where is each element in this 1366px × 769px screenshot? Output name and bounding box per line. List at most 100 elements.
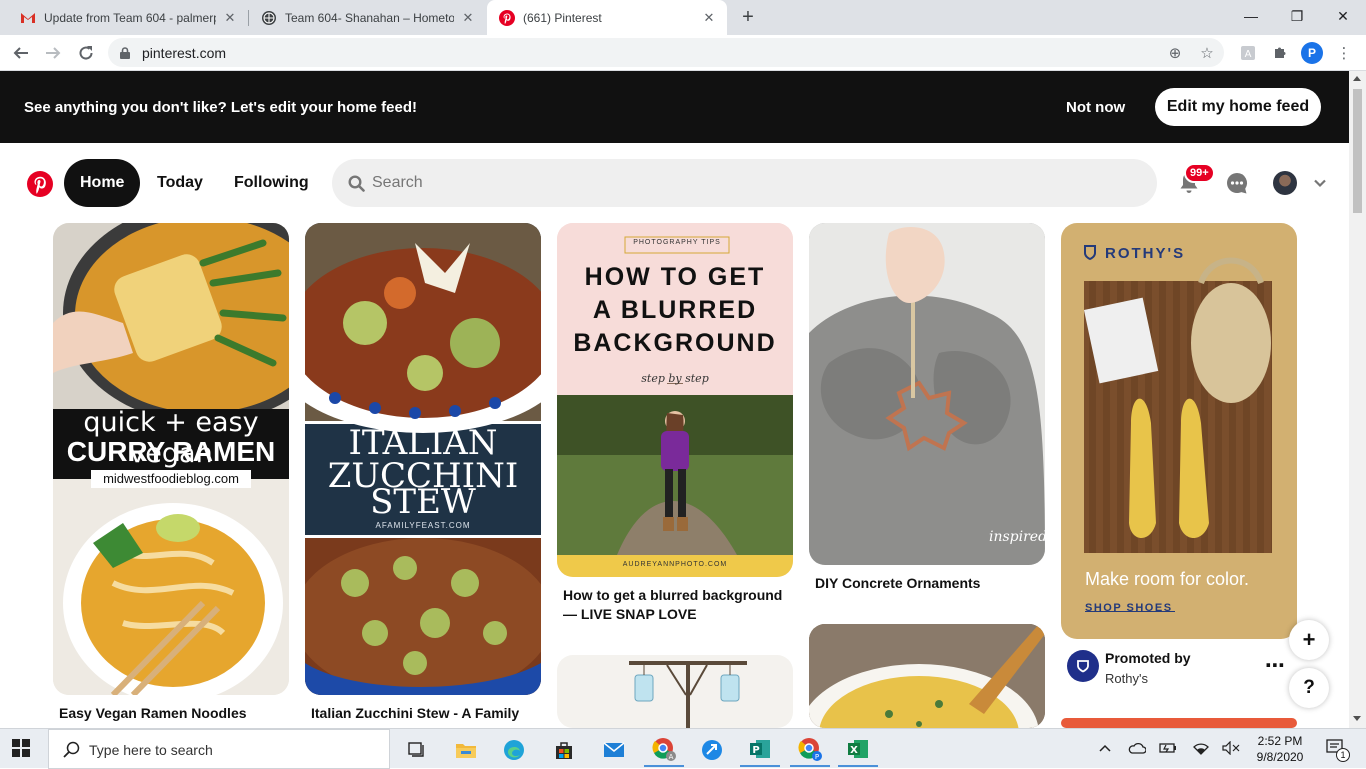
svg-text:X: X <box>850 745 858 756</box>
rothys-tagline: Make room for color. <box>1085 569 1250 589</box>
pin-title-concrete-ornaments[interactable]: DIY Concrete Ornaments <box>815 574 1043 593</box>
file-explorer-icon[interactable] <box>446 733 486 767</box>
close-window-icon[interactable]: ✕ <box>1320 0 1366 32</box>
pinterest-logo-icon[interactable] <box>27 171 53 197</box>
pin-blurred-background[interactable]: PHOTOGRAPHY TIPS HOW TO GET A BLURRED BA… <box>557 223 793 577</box>
banner-message: See anything you don't like? Let's edit … <box>24 99 418 116</box>
reload-icon[interactable] <box>73 40 99 66</box>
not-now-button[interactable]: Not now <box>1066 99 1125 116</box>
browser-toolbar: pinterest.com ⊕ ☆ A P ⋮ <box>0 35 1366 71</box>
browser-tab-team604[interactable]: Team 604- Shanahan – Hometow ✕ <box>249 0 486 35</box>
chrome-profile-p-icon[interactable]: P <box>790 733 830 767</box>
promoted-by-block[interactable]: Promoted by Rothy's <box>1067 647 1297 691</box>
pin-water-jars[interactable] <box>557 655 793 728</box>
avatar[interactable] <box>1273 171 1297 195</box>
add-pin-button[interactable]: + <box>1289 620 1329 660</box>
browser-tab-strip: Update from Team 604 - palmerp ✕ Team 60… <box>0 0 1366 35</box>
ramen-overlay-site: midwestfoodieblog.com <box>91 470 251 488</box>
search-input[interactable] <box>372 171 1132 195</box>
advertiser-name[interactable]: Rothy's <box>1105 671 1148 686</box>
gmail-icon <box>20 10 36 26</box>
chrome-profile-icon[interactable]: P <box>1300 41 1324 65</box>
notification-badge: 99+ <box>1184 163 1215 183</box>
edge-browser-icon[interactable] <box>494 733 534 767</box>
mail-icon[interactable] <box>594 733 634 767</box>
rothys-logo-icon <box>1067 650 1099 682</box>
svg-text:P: P <box>815 753 819 761</box>
pin-next-preview[interactable] <box>1061 718 1297 728</box>
pin-vegan-ramen[interactable]: quick + easy vegan CURRY RAMEN midwestfo… <box>53 223 289 695</box>
rothys-cta[interactable]: SHOP SHOES <box>1085 602 1205 614</box>
new-tab-button[interactable]: + <box>736 5 760 29</box>
microsoft-store-icon[interactable] <box>544 733 584 767</box>
app-icon-blue[interactable] <box>692 733 732 767</box>
chrome-profile-a-icon[interactable]: A <box>644 733 684 767</box>
concrete-photo <box>809 223 1045 565</box>
pin-rothys-ad[interactable]: ROTHY'S Make room for color. SHOP SHOES <box>1061 223 1297 639</box>
nav-following[interactable]: Following <box>218 159 325 207</box>
close-tab-icon[interactable]: ✕ <box>460 10 476 26</box>
scroll-down-icon[interactable] <box>1353 716 1361 721</box>
pinterest-icon <box>499 9 515 26</box>
scrollbar-thumb[interactable] <box>1353 89 1362 213</box>
globe-icon <box>261 10 277 26</box>
chevron-down-icon[interactable] <box>1313 176 1327 190</box>
pin-zucchini-stew[interactable]: ITALIAN ZUCCHINI STEW AFAMILYFEAST.COM <box>305 223 541 695</box>
page-scrollbar[interactable] <box>1349 71 1366 728</box>
scroll-up-icon[interactable] <box>1353 76 1361 81</box>
svg-text:P: P <box>752 745 759 756</box>
address-bar[interactable]: pinterest.com ⊕ ☆ <box>108 38 1224 67</box>
pin-title-vegan-ramen[interactable]: Easy Vegan Ramen Noodles <box>59 704 289 723</box>
onedrive-icon[interactable] <box>1126 737 1148 759</box>
messages-icon[interactable] <box>1225 171 1249 195</box>
volume-muted-icon[interactable] <box>1220 737 1242 759</box>
close-tab-icon[interactable]: ✕ <box>222 10 238 26</box>
excel-icon[interactable]: X <box>838 733 878 767</box>
notification-count-badge: 1 <box>1336 748 1350 762</box>
rothys-brand: ROTHY'S <box>1105 245 1186 262</box>
more-options-icon[interactable]: ⋯ <box>1264 654 1286 677</box>
clock-date: 9/8/2020 <box>1256 750 1304 764</box>
add-circle-icon[interactable]: ⊕ <box>1166 44 1184 62</box>
nav-today[interactable]: Today <box>141 159 219 207</box>
blurred-subheading: step by step <box>641 372 709 385</box>
publisher-icon[interactable]: P <box>740 733 780 767</box>
promoted-by-label: Promoted by <box>1105 650 1191 666</box>
pin-title-blurred-background[interactable]: How to get a blurred background — LIVE S… <box>563 586 791 624</box>
task-view-icon[interactable] <box>396 733 436 767</box>
chrome-menu-icon[interactable]: ⋮ <box>1332 41 1356 65</box>
close-tab-icon[interactable]: ✕ <box>701 10 717 26</box>
taskbar-search-box[interactable]: Type here to search <box>48 729 390 769</box>
taskbar-search-placeholder: Type here to search <box>89 742 213 758</box>
pin-concrete-ornaments[interactable]: inspired <box>809 223 1045 565</box>
windows-start-icon[interactable] <box>12 739 32 759</box>
minimize-icon[interactable]: — <box>1228 0 1274 32</box>
lock-icon <box>120 46 130 59</box>
restore-icon[interactable]: ❐ <box>1274 0 1320 32</box>
bookmark-star-icon[interactable]: ☆ <box>1198 44 1216 62</box>
wifi-icon[interactable] <box>1190 737 1212 759</box>
battery-power-icon[interactable] <box>1157 737 1179 759</box>
concrete-watermark: inspired <box>989 529 1045 545</box>
ramen-overlay-line2: CURRY RAMEN <box>66 436 276 467</box>
system-clock[interactable]: 2:52 PM 9/8/2020 <box>1252 733 1308 765</box>
zucchini-overlay-line3: STEW <box>370 482 476 522</box>
browser-tab-pinterest[interactable]: (661) Pinterest ✕ <box>487 0 727 35</box>
puzzle-extensions-icon[interactable] <box>1268 41 1292 65</box>
edit-home-feed-button[interactable]: Edit my home feed <box>1155 88 1321 126</box>
pin-casserole[interactable] <box>809 624 1045 728</box>
forward-icon[interactable] <box>40 40 66 66</box>
browser-tab-gmail[interactable]: Update from Team 604 - palmerp ✕ <box>8 0 248 35</box>
pin-title-zucchini-stew[interactable]: Italian Zucchini Stew - A Family <box>311 704 541 724</box>
search-bar[interactable] <box>332 159 1157 207</box>
svg-text:A: A <box>669 753 674 761</box>
help-button[interactable]: ? <box>1289 668 1329 708</box>
url-text: pinterest.com <box>142 45 227 61</box>
nav-home[interactable]: Home <box>64 159 141 207</box>
extension-icon[interactable]: A <box>1236 41 1260 65</box>
back-icon[interactable] <box>8 40 34 66</box>
clock-time: 2:52 PM <box>1257 734 1303 748</box>
blurred-tag: PHOTOGRAPHY TIPS <box>633 239 721 246</box>
tab-title: (661) Pinterest <box>523 10 602 25</box>
show-hidden-icons-icon[interactable] <box>1094 737 1116 759</box>
